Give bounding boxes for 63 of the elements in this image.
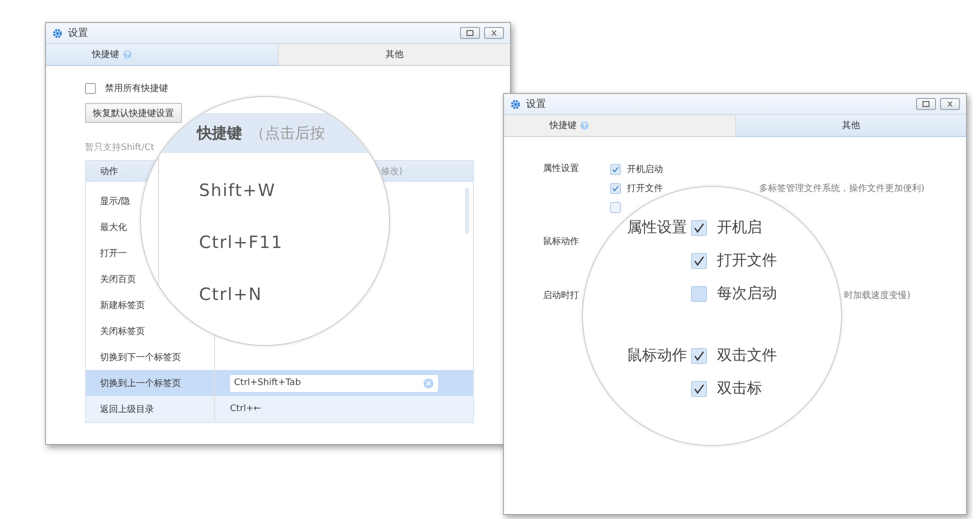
shortcut-cell-text: Ctrl+F11 [199, 233, 284, 255]
table-row[interactable]: 切换到上一个标签页 Ctrl+Shift+Tab [86, 370, 473, 396]
close-icon [945, 100, 955, 108]
window-title: 设置 [68, 26, 88, 40]
shortcut-input-field[interactable]: Ctrl+Shift+Tab [230, 374, 438, 392]
option-hint: 多标签管理文件系统，操作文件更加便利) [759, 182, 925, 195]
checkbox[interactable] [610, 183, 621, 194]
note-text: 暂只支持Shift/Ct [85, 142, 154, 154]
tab[interactable]: 快捷键 [46, 44, 278, 66]
section-label: 属性设置 [543, 162, 580, 176]
restore-button[interactable] [460, 27, 480, 39]
restore-icon [465, 29, 475, 37]
restore-icon [921, 100, 931, 108]
section-label: 鼠标动作 [626, 345, 688, 366]
restore-defaults-button[interactable]: 恢复默认快捷键设置 [85, 103, 182, 123]
shortcut-cell-text: Ctrl+N [199, 285, 264, 307]
column-hint: （点击后按 [250, 124, 325, 142]
checkbox[interactable] [691, 348, 707, 364]
checkbox[interactable] [691, 252, 707, 268]
checkbox-label: 禁用所有快捷键 [105, 82, 168, 94]
section-label: 启动时打 [543, 290, 580, 303]
scrollbar[interactable] [465, 188, 469, 234]
close-button[interactable] [484, 27, 504, 39]
checkbox[interactable] [610, 202, 621, 213]
action-cell[interactable]: 最大化 [100, 222, 127, 232]
checkbox-label: 双击文件 [717, 346, 777, 365]
option-hint: 时加载速度变慢) [844, 290, 911, 303]
tab[interactable]: 快捷键 [504, 115, 734, 137]
section-label: 属性设置 [626, 217, 688, 238]
action-cell[interactable]: 切换到上一个标签页 [100, 378, 181, 388]
checkbox[interactable] [691, 286, 707, 302]
checkbox-label: 打开文件 [627, 182, 663, 195]
checkbox-label: 打开文件 [717, 251, 777, 270]
checkbox[interactable] [610, 164, 621, 175]
close-button[interactable] [940, 98, 960, 110]
action-cell[interactable]: 打开一 [100, 248, 127, 258]
gear-icon [52, 28, 63, 38]
checkbox-label: 开机启动 [627, 164, 663, 176]
window-title: 设置 [526, 98, 546, 111]
shortcut-cell-text: Shift+W [199, 181, 277, 203]
checkbox-label: 双击标 [717, 379, 762, 398]
restore-button[interactable] [916, 98, 936, 110]
close-icon [489, 29, 499, 37]
checkbox-label: 每次启动 [717, 284, 777, 303]
checkbox[interactable] [85, 82, 96, 94]
column-header: 修改) [381, 166, 403, 178]
action-cell[interactable]: 新建标签页 [100, 300, 145, 310]
gear-icon [510, 98, 521, 110]
action-cell[interactable]: 显示/隐 [100, 196, 130, 206]
action-cell[interactable]: 关闭标签页 [100, 326, 145, 336]
checkbox[interactable] [691, 220, 707, 236]
column-header: 快捷键 [197, 124, 242, 142]
checkbox[interactable] [691, 380, 707, 396]
action-cell[interactable]: 关闭百页 [100, 274, 136, 284]
table-row[interactable]: 返回上级目录 Ctrl+← [86, 396, 473, 422]
checkbox-label: 开机启 [717, 218, 762, 237]
tab[interactable]: 其他 [734, 115, 966, 137]
action-cell[interactable]: 返回上级目录 [100, 404, 154, 414]
shortcut-cell: Ctrl+← [230, 404, 262, 414]
tab[interactable]: 其他 [278, 44, 510, 66]
section-label: 鼠标动作 [543, 236, 580, 249]
action-cell[interactable]: 切换到下一个标签页 [100, 352, 181, 362]
column-header: 动作 [100, 166, 118, 178]
